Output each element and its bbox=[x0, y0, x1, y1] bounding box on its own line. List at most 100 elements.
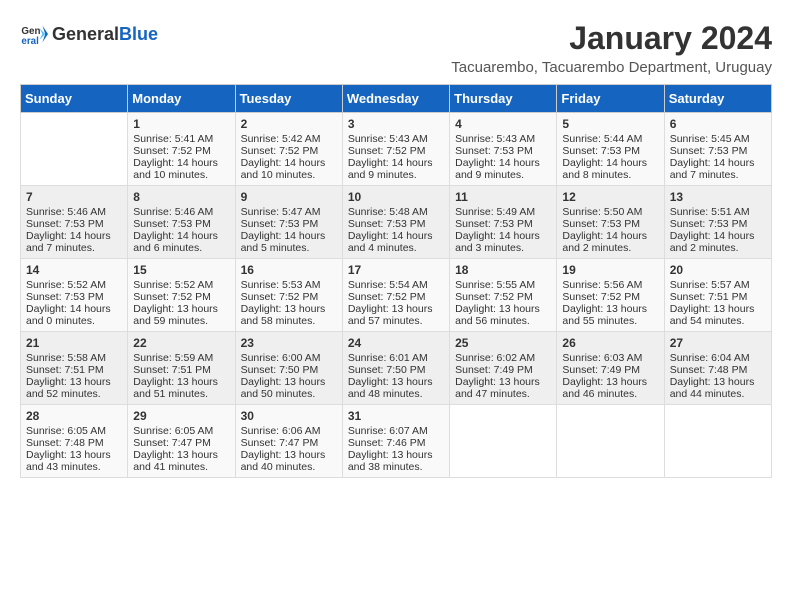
cell-content-line: Sunrise: 5:42 AM bbox=[241, 133, 337, 145]
day-number: 2 bbox=[241, 117, 337, 131]
calendar-cell: 12Sunrise: 5:50 AMSunset: 7:53 PMDayligh… bbox=[557, 186, 664, 259]
cell-content-line: Daylight: 13 hours bbox=[348, 376, 444, 388]
day-number: 8 bbox=[133, 190, 229, 204]
cell-content-line: and 52 minutes. bbox=[26, 388, 122, 400]
calendar-cell: 7Sunrise: 5:46 AMSunset: 7:53 PMDaylight… bbox=[21, 186, 128, 259]
calendar-cell: 8Sunrise: 5:46 AMSunset: 7:53 PMDaylight… bbox=[128, 186, 235, 259]
week-row-5: 28Sunrise: 6:05 AMSunset: 7:48 PMDayligh… bbox=[21, 405, 772, 478]
day-number: 28 bbox=[26, 409, 122, 423]
cell-content-line: and 38 minutes. bbox=[348, 461, 444, 473]
cell-content-line: Sunset: 7:53 PM bbox=[562, 145, 658, 157]
cell-content-line: Sunset: 7:47 PM bbox=[133, 437, 229, 449]
cell-content-line: and 9 minutes. bbox=[348, 169, 444, 181]
day-number: 29 bbox=[133, 409, 229, 423]
cell-content-line: Sunrise: 5:44 AM bbox=[562, 133, 658, 145]
day-number: 10 bbox=[348, 190, 444, 204]
cell-content-line: Daylight: 13 hours bbox=[455, 303, 551, 315]
day-number: 30 bbox=[241, 409, 337, 423]
day-number: 7 bbox=[26, 190, 122, 204]
cell-content-line: and 44 minutes. bbox=[670, 388, 766, 400]
cell-content-line: Sunrise: 5:51 AM bbox=[670, 206, 766, 218]
cell-content-line: and 41 minutes. bbox=[133, 461, 229, 473]
day-number: 13 bbox=[670, 190, 766, 204]
cell-content-line: Daylight: 14 hours bbox=[241, 230, 337, 242]
day-number: 6 bbox=[670, 117, 766, 131]
calendar-cell: 25Sunrise: 6:02 AMSunset: 7:49 PMDayligh… bbox=[450, 332, 557, 405]
calendar-cell: 21Sunrise: 5:58 AMSunset: 7:51 PMDayligh… bbox=[21, 332, 128, 405]
logo-icon: Gen eral bbox=[20, 20, 48, 48]
cell-content-line: Sunset: 7:52 PM bbox=[348, 291, 444, 303]
cell-content-line: and 56 minutes. bbox=[455, 315, 551, 327]
cell-content-line: Sunrise: 6:06 AM bbox=[241, 425, 337, 437]
cell-content-line: and 43 minutes. bbox=[26, 461, 122, 473]
cell-content-line: and 2 minutes. bbox=[562, 242, 658, 254]
cell-content-line: Daylight: 13 hours bbox=[348, 303, 444, 315]
calendar-cell: 19Sunrise: 5:56 AMSunset: 7:52 PMDayligh… bbox=[557, 259, 664, 332]
header-day-thursday: Thursday bbox=[450, 85, 557, 113]
week-row-3: 14Sunrise: 5:52 AMSunset: 7:53 PMDayligh… bbox=[21, 259, 772, 332]
cell-content-line: Daylight: 14 hours bbox=[26, 230, 122, 242]
cell-content-line: Sunrise: 6:07 AM bbox=[348, 425, 444, 437]
header-day-tuesday: Tuesday bbox=[235, 85, 342, 113]
calendar-cell: 31Sunrise: 6:07 AMSunset: 7:46 PMDayligh… bbox=[342, 405, 449, 478]
cell-content-line: and 7 minutes. bbox=[670, 169, 766, 181]
cell-content-line: Sunset: 7:51 PM bbox=[670, 291, 766, 303]
day-number: 9 bbox=[241, 190, 337, 204]
cell-content-line: Sunset: 7:53 PM bbox=[133, 218, 229, 230]
calendar-cell: 9Sunrise: 5:47 AMSunset: 7:53 PMDaylight… bbox=[235, 186, 342, 259]
cell-content-line: Sunset: 7:52 PM bbox=[562, 291, 658, 303]
calendar-cell: 29 Sunrise: 6:05 AMSunset: 7:47 PMDayligh… bbox=[128, 405, 235, 478]
day-number: 25 bbox=[455, 336, 551, 350]
day-number: 15 bbox=[133, 263, 229, 277]
header-day-sunday: Sunday bbox=[21, 85, 128, 113]
cell-content-line: Daylight: 13 hours bbox=[670, 376, 766, 388]
cell-content-line: Daylight: 13 hours bbox=[133, 449, 229, 461]
calendar-cell: 23Sunrise: 6:00 AMSunset: 7:50 PMDayligh… bbox=[235, 332, 342, 405]
cell-content-line: Sunrise: 5:59 AM bbox=[133, 352, 229, 364]
cell-content-line: Daylight: 13 hours bbox=[241, 303, 337, 315]
page-header: Gen eral GeneralBlue January 2024 Tacuar… bbox=[20, 20, 772, 76]
day-number: 17 bbox=[348, 263, 444, 277]
cell-content-line: Sunset: 7:50 PM bbox=[348, 364, 444, 376]
cell-content-line: Daylight: 14 hours bbox=[670, 230, 766, 242]
cell-content-line: Sunrise: 6:00 AM bbox=[241, 352, 337, 364]
cell-content-line: Sunrise: 5:52 AM bbox=[26, 279, 122, 291]
logo-general-text: General bbox=[52, 24, 119, 44]
cell-content-line: Sunset: 7:52 PM bbox=[348, 145, 444, 157]
cell-content-line: and 58 minutes. bbox=[241, 315, 337, 327]
cell-content-line: Sunset: 7:47 PM bbox=[241, 437, 337, 449]
cell-content-line: and 48 minutes. bbox=[348, 388, 444, 400]
svg-text:eral: eral bbox=[21, 36, 39, 47]
calendar-body: 1Sunrise: 5:41 AMSunset: 7:52 PMDaylight… bbox=[21, 113, 772, 478]
subtitle: Tacuarembo, Tacuarembo Department, Urugu… bbox=[451, 59, 772, 76]
cell-content-line: Sunset: 7:53 PM bbox=[348, 218, 444, 230]
cell-content-line: Sunrise: 5:52 AM bbox=[133, 279, 229, 291]
cell-content-line: Sunrise: 5:50 AM bbox=[562, 206, 658, 218]
day-number: 20 bbox=[670, 263, 766, 277]
cell-content-line: Sunset: 7:52 PM bbox=[133, 145, 229, 157]
cell-content-line: Sunrise: 6:05 AM bbox=[133, 425, 229, 437]
day-number: 26 bbox=[562, 336, 658, 350]
cell-content-line: Daylight: 14 hours bbox=[26, 303, 122, 315]
calendar-cell: 22Sunrise: 5:59 AMSunset: 7:51 PMDayligh… bbox=[128, 332, 235, 405]
cell-content-line: Sunrise: 6:05 AM bbox=[26, 425, 122, 437]
calendar-cell: 26Sunrise: 6:03 AMSunset: 7:49 PMDayligh… bbox=[557, 332, 664, 405]
cell-content-line: and 4 minutes. bbox=[348, 242, 444, 254]
logo: Gen eral GeneralBlue bbox=[20, 20, 158, 48]
cell-content-line: Sunrise: 5:58 AM bbox=[26, 352, 122, 364]
header-day-monday: Monday bbox=[128, 85, 235, 113]
cell-content-line: and 0 minutes. bbox=[26, 315, 122, 327]
cell-content-line: Sunset: 7:52 PM bbox=[241, 291, 337, 303]
cell-content-line: Sunrise: 5:48 AM bbox=[348, 206, 444, 218]
header-day-wednesday: Wednesday bbox=[342, 85, 449, 113]
cell-content-line: Sunrise: 6:02 AM bbox=[455, 352, 551, 364]
cell-content-line: Sunrise: 5:56 AM bbox=[562, 279, 658, 291]
day-number: 14 bbox=[26, 263, 122, 277]
calendar-cell: 24Sunrise: 6:01 AMSunset: 7:50 PMDayligh… bbox=[342, 332, 449, 405]
day-number: 22 bbox=[133, 336, 229, 350]
calendar-cell: 20Sunrise: 5:57 AMSunset: 7:51 PMDayligh… bbox=[664, 259, 771, 332]
calendar-cell: 27Sunrise: 6:04 AMSunset: 7:48 PMDayligh… bbox=[664, 332, 771, 405]
header-day-friday: Friday bbox=[557, 85, 664, 113]
calendar-cell: 11Sunrise: 5:49 AMSunset: 7:53 PMDayligh… bbox=[450, 186, 557, 259]
cell-content-line: and 10 minutes. bbox=[241, 169, 337, 181]
